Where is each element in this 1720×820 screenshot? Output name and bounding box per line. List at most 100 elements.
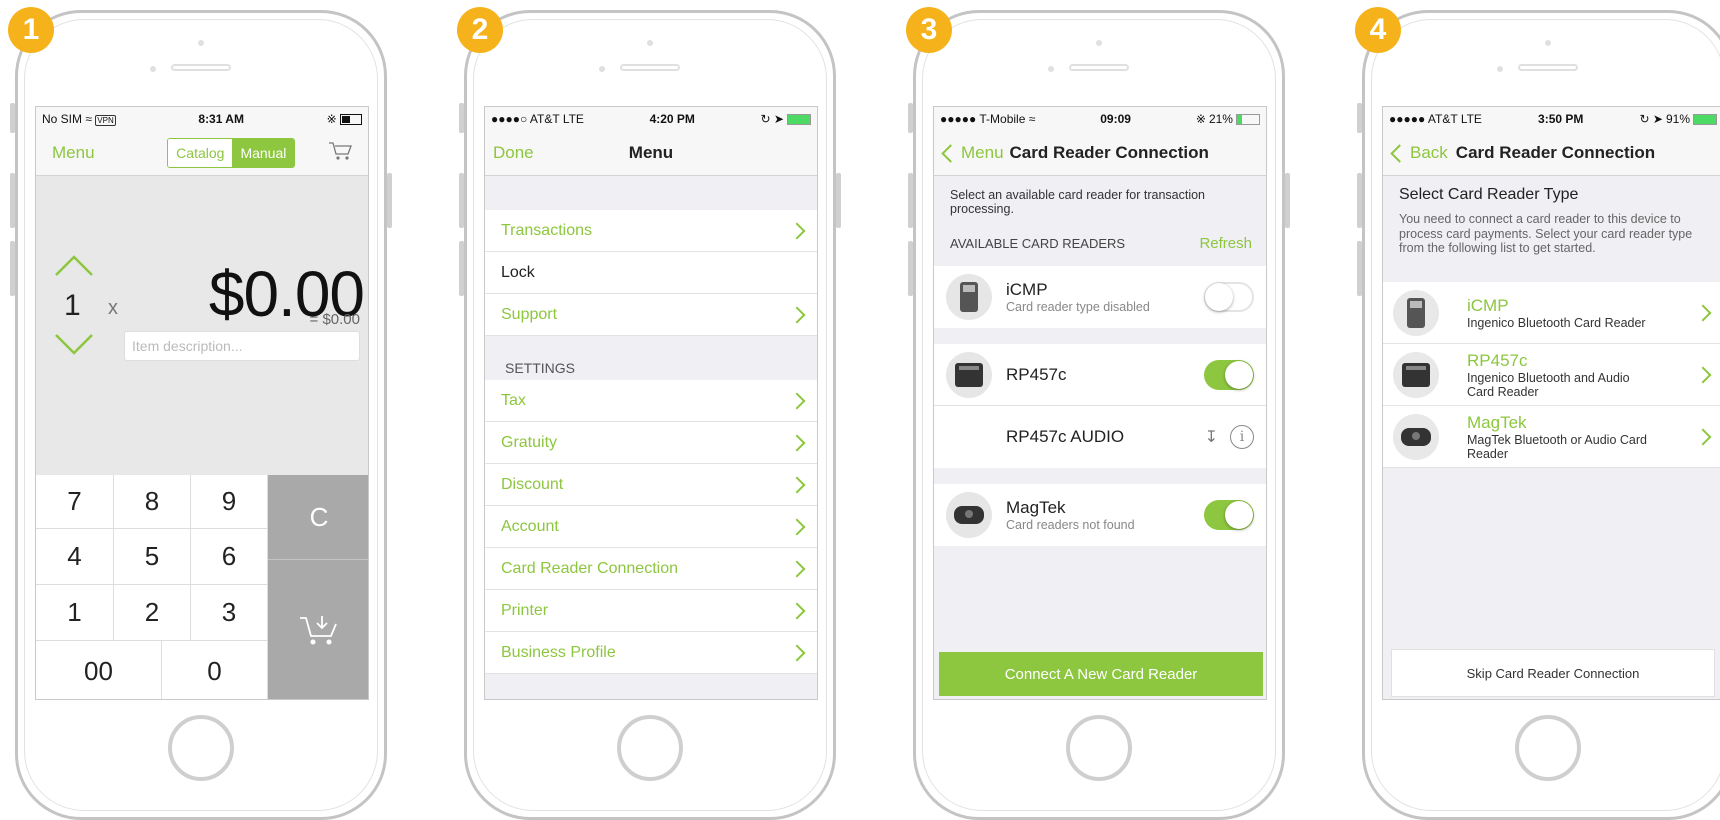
menu-item-transactions[interactable]: Transactions [485, 210, 817, 252]
step-badge: 2 [457, 7, 503, 53]
add-to-cart-button[interactable] [268, 560, 368, 699]
magtek-toggle[interactable] [1204, 500, 1254, 530]
menu-item-label: Gratuity [501, 433, 558, 451]
earpiece-speaker [620, 64, 680, 71]
connect-new-reader-button[interactable]: Connect A New Card Reader [939, 652, 1263, 696]
key-4[interactable]: 4 [36, 529, 114, 585]
back-button[interactable]: Menu [941, 143, 1004, 163]
key-7[interactable]: 7 [36, 475, 114, 529]
home-button[interactable] [617, 715, 683, 781]
step-badge: 4 [1355, 7, 1401, 53]
reader-description: MagTek Bluetooth or Audio Card Reader [1467, 432, 1647, 461]
key-8[interactable]: 8 [114, 475, 191, 529]
mode-segmented-control[interactable]: Catalog Manual [167, 138, 296, 168]
status-time: 09:09 [1100, 112, 1131, 126]
key-6[interactable]: 6 [191, 529, 268, 585]
menu-item-label: Discount [501, 475, 564, 493]
home-button[interactable] [168, 715, 234, 781]
menu-item-discount[interactable]: Discount [485, 464, 817, 506]
volume-down-button [459, 241, 464, 296]
refresh-button[interactable]: Refresh [1199, 235, 1252, 252]
menu-item-lock[interactable]: Lock [485, 252, 817, 294]
phone-frame-1: 1 No SIM ≈ VPN 8:31 AM ※ Menu Catalog Ma… [8, 7, 392, 820]
key-1[interactable]: 1 [36, 585, 114, 641]
amount-subtotal: = $0.00 [309, 311, 360, 328]
cart-icon[interactable] [328, 140, 354, 167]
step-badge: 1 [8, 7, 54, 53]
menu-item-account[interactable]: Account [485, 506, 817, 548]
number-keypad: 7 8 9 4 5 6 1 2 3 00 0 [36, 475, 268, 699]
chevron-left-icon [941, 143, 960, 163]
key-00[interactable]: 00 [36, 641, 162, 699]
menu-item-support[interactable]: Support [485, 294, 817, 336]
reader-row-rp457c-audio[interactable]: RP457c AUDIO ↧ i [934, 406, 1266, 468]
phone-frame-2: 2 ●●●●○ AT&T LTE 4:20 PM ↻ ➤ Done Menu T… [457, 7, 841, 820]
menu-item-label: Support [501, 305, 558, 323]
key-0[interactable]: 0 [162, 641, 268, 699]
battery-icon [1235, 113, 1260, 125]
reader-type-rp457c[interactable]: RP457c Ingenico Bluetooth and Audio Card… [1383, 344, 1720, 406]
reader-type-icmp[interactable]: iCMP Ingenico Bluetooth Card Reader [1383, 282, 1720, 344]
key-3[interactable]: 3 [191, 585, 268, 641]
carrier-status: ●●●●● AT&T LTE [1389, 112, 1482, 126]
front-camera [647, 40, 653, 46]
volume-down-button [1357, 241, 1362, 296]
icmp-toggle[interactable] [1204, 282, 1254, 312]
volume-up-button [10, 173, 15, 228]
menu-item-label: Account [501, 517, 559, 535]
menu-button[interactable]: Menu [52, 143, 95, 163]
sensor [150, 66, 156, 72]
item-description-input[interactable]: Item description... [124, 331, 360, 361]
rp457c-toggle[interactable] [1204, 359, 1254, 390]
icmp-reader-image [946, 274, 992, 320]
quantity-up-arrow[interactable] [54, 253, 93, 289]
menu-item-gratuity[interactable]: Gratuity [485, 422, 817, 464]
carrier-status: ●●●●● T-Mobile ≈ [940, 112, 1036, 126]
available-readers-header: AVAILABLE CARD READERS Refresh [934, 220, 1266, 266]
screen-menu: ●●●●○ AT&T LTE 4:20 PM ↻ ➤ Done Menu Tra… [484, 106, 818, 700]
status-time: 8:31 AM [198, 112, 244, 126]
clear-key[interactable]: C [268, 475, 368, 560]
mute-switch [459, 103, 464, 133]
volume-up-button [1357, 173, 1362, 228]
done-button[interactable]: Done [493, 143, 534, 163]
menu-item-tax[interactable]: Tax [485, 380, 817, 422]
mute-switch [10, 103, 15, 133]
menu-item-label: Card Reader Connection [501, 559, 678, 577]
key-9[interactable]: 9 [191, 475, 268, 529]
sensor [1497, 66, 1503, 72]
volume-down-button [10, 241, 15, 296]
home-button[interactable] [1515, 715, 1581, 781]
back-button[interactable]: Back [1390, 143, 1448, 163]
reader-description: Ingenico Bluetooth Card Reader [1467, 315, 1646, 330]
tab-catalog[interactable]: Catalog [168, 139, 233, 167]
icmp-reader-image [1393, 289, 1439, 336]
chevron-right-icon [788, 518, 806, 535]
menu-item-printer[interactable]: Printer [485, 590, 817, 632]
status-bar: ●●●●● AT&T LTE 3:50 PM ↻ ➤ 91% [1383, 107, 1720, 131]
key-5[interactable]: 5 [114, 529, 191, 585]
menu-item-card-reader-connection[interactable]: Card Reader Connection [485, 548, 817, 590]
menu-item-business-profile[interactable]: Business Profile [485, 632, 817, 674]
skip-card-reader-button[interactable]: Skip Card Reader Connection [1391, 649, 1715, 697]
reader-type-magtek[interactable]: MagTek MagTek Bluetooth or Audio Card Re… [1383, 406, 1720, 468]
home-button[interactable] [1066, 715, 1132, 781]
key-2[interactable]: 2 [114, 585, 191, 641]
reader-row-rp457c[interactable]: RP457c [934, 344, 1266, 406]
wifi-icon: ≈ [1028, 112, 1036, 126]
reader-row-icmp[interactable]: iCMP Card reader type disabled [934, 266, 1266, 328]
reader-name: RP457c [1467, 350, 1528, 370]
earpiece-speaker [1518, 64, 1578, 71]
front-camera [198, 40, 204, 46]
quantity-down-arrow[interactable] [54, 333, 94, 359]
reader-row-magtek[interactable]: MagTek Card readers not found [934, 484, 1266, 546]
info-icon[interactable]: i [1230, 425, 1254, 449]
volume-down-button [908, 241, 913, 296]
tab-manual[interactable]: Manual [232, 139, 295, 167]
menu-item-label: Lock [501, 263, 535, 281]
vpn-badge: VPN [95, 115, 116, 126]
power-button [1285, 173, 1290, 228]
